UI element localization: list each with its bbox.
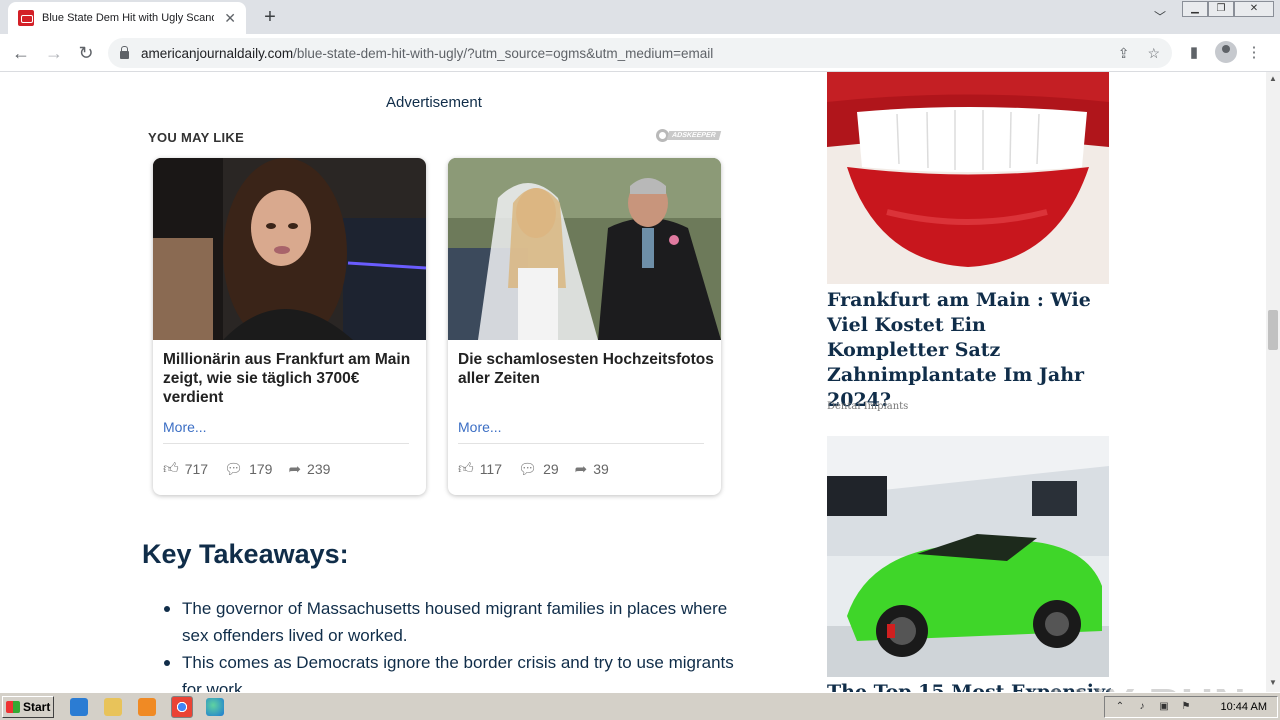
restore-button[interactable]: ❐ xyxy=(1208,1,1234,17)
file-explorer-icon[interactable] xyxy=(104,698,122,716)
system-tray: ⌃ ♪ ▣ ⚑ 10:44 AM xyxy=(1104,696,1278,718)
action-center-flag-icon[interactable]: ⚑ xyxy=(1179,701,1193,713)
close-window-button[interactable]: ✕ xyxy=(1234,1,1274,17)
page-scrollbar[interactable] xyxy=(1266,72,1280,692)
scroll-up-arrow-icon[interactable]: ▲ xyxy=(1266,72,1280,86)
card-image-wedding[interactable] xyxy=(448,158,721,340)
windows-flag-icon xyxy=(6,701,20,713)
likes-count: 717 xyxy=(184,461,209,477)
key-takeaways-heading: Key Takeaways: xyxy=(142,539,349,569)
tab-title: Blue State Dem Hit with Ugly Scandal xyxy=(42,12,214,24)
close-tab-icon[interactable]: ✕ xyxy=(224,10,236,27)
taskbar-clock[interactable]: 10:44 AM xyxy=(1221,701,1267,713)
network-icon[interactable]: ▣ xyxy=(1157,701,1171,713)
start-label: Start xyxy=(23,700,51,714)
you-may-like-heading: YOU MAY LIKE xyxy=(148,130,245,145)
scrollbar-thumb[interactable] xyxy=(1268,310,1278,350)
internet-explorer-icon[interactable] xyxy=(70,698,88,716)
card-more-link[interactable]: More... xyxy=(163,419,207,435)
start-button[interactable]: Start xyxy=(2,696,54,718)
sidebar-article-title[interactable]: Frankfurt am Main : Wie Viel Kostet Ein … xyxy=(827,288,1111,413)
chrome-icon[interactable] xyxy=(171,696,193,718)
card-stats: 👍︎ 117 💬︎ 29 ➦ 39 xyxy=(458,460,609,478)
url-domain: americanjournaldaily.com xyxy=(141,45,294,61)
card-title[interactable]: Millionärin aus Frankfurt am Main zeigt,… xyxy=(163,350,421,407)
share-arrow-icon[interactable]: ➦ xyxy=(575,460,588,478)
forward-arrow-icon[interactable]: → xyxy=(43,42,65,64)
comments-count: 29 xyxy=(543,461,559,477)
adskeeper-label: ADSKEEPER xyxy=(666,131,721,140)
minimize-button[interactable]: ▁ xyxy=(1182,1,1208,17)
scroll-down-arrow-icon[interactable]: ▼ xyxy=(1266,676,1280,690)
url-path: /blue-state-dem-hit-with-ugly/?utm_sourc… xyxy=(293,45,714,61)
card-title[interactable]: Die schamlosesten Hochzeitsfotos aller Z… xyxy=(458,350,716,388)
web-page: Advertisement YOU MAY LIKE ADSKEEPER Mil… xyxy=(0,72,1266,692)
tab-strip: Blue State Dem Hit with Ugly Scandal ✕ +… xyxy=(0,0,1280,34)
card-stats: 👍︎ 717 💬︎ 179 ➦ 239 xyxy=(163,460,330,478)
card-image-woman-in-car[interactable] xyxy=(153,158,426,340)
comment-icon[interactable]: 💬︎ xyxy=(224,460,243,478)
sidebar-image-sports-car[interactable] xyxy=(827,436,1109,677)
back-arrow-icon[interactable]: ← xyxy=(10,42,32,64)
shares-count: 39 xyxy=(593,461,609,477)
bookmark-star-icon[interactable]: ☆ xyxy=(1147,45,1160,62)
menu-kebab-icon[interactable]: ⋮ xyxy=(1243,42,1265,64)
url-text: americanjournaldaily.com/blue-state-dem-… xyxy=(141,46,713,61)
adskeeper-logo[interactable]: ADSKEEPER xyxy=(656,129,721,142)
site-favicon-icon xyxy=(18,10,34,26)
reload-icon[interactable]: ↻ xyxy=(75,42,97,64)
likes-count: 117 xyxy=(479,461,503,477)
side-panel-icon[interactable]: ▮ xyxy=(1183,42,1205,64)
browser-toolbar: ← → ↻ americanjournaldaily.com/blue-stat… xyxy=(0,34,1280,72)
tab-search-chevron-icon[interactable]: ﹀ xyxy=(1150,7,1170,27)
takeaway-item: The governor of Massachusetts housed mig… xyxy=(164,595,742,649)
share-icon[interactable]: ⇪ xyxy=(1118,45,1130,62)
tray-expand-icon[interactable]: ⌃ xyxy=(1113,701,1127,713)
windows-taskbar: Start ⌃ ♪ ▣ ⚑ 10:44 AM xyxy=(0,692,1280,720)
shares-count: 239 xyxy=(307,461,331,477)
thumbs-up-icon[interactable]: 👍︎ xyxy=(458,460,474,478)
sidebar-image-teeth[interactable] xyxy=(827,72,1109,284)
volume-icon[interactable]: ♪ xyxy=(1135,701,1149,713)
anyrun-watermark: ANY RUN xyxy=(1040,680,1247,692)
takeaway-item: This comes as Democrats ignore the borde… xyxy=(164,649,742,692)
recommendation-card[interactable]: Millionärin aus Frankfurt am Main zeigt,… xyxy=(153,158,426,495)
edge-icon[interactable] xyxy=(206,698,224,716)
comment-icon[interactable]: 💬︎ xyxy=(518,460,537,478)
thumbs-up-icon[interactable]: 👍︎ xyxy=(163,460,179,478)
card-divider xyxy=(458,443,704,444)
card-divider xyxy=(163,443,409,444)
address-bar[interactable]: americanjournaldaily.com/blue-state-dem-… xyxy=(108,38,1172,68)
browser-tab[interactable]: Blue State Dem Hit with Ugly Scandal ✕ xyxy=(8,2,246,34)
media-player-icon[interactable] xyxy=(138,698,156,716)
card-more-link[interactable]: More... xyxy=(458,419,502,435)
share-arrow-icon[interactable]: ➦ xyxy=(288,460,301,478)
sidebar-article-category: Dental Implants xyxy=(827,401,909,412)
new-tab-button[interactable]: + xyxy=(258,5,282,29)
profile-avatar-icon[interactable] xyxy=(1215,41,1237,63)
advertisement-label: Advertisement xyxy=(386,94,482,111)
lock-icon[interactable] xyxy=(120,45,129,59)
key-takeaways-list: The governor of Massachusetts housed mig… xyxy=(164,595,742,692)
recommendation-card[interactable]: Die schamlosesten Hochzeitsfotos aller Z… xyxy=(448,158,721,495)
comments-count: 179 xyxy=(249,461,273,477)
